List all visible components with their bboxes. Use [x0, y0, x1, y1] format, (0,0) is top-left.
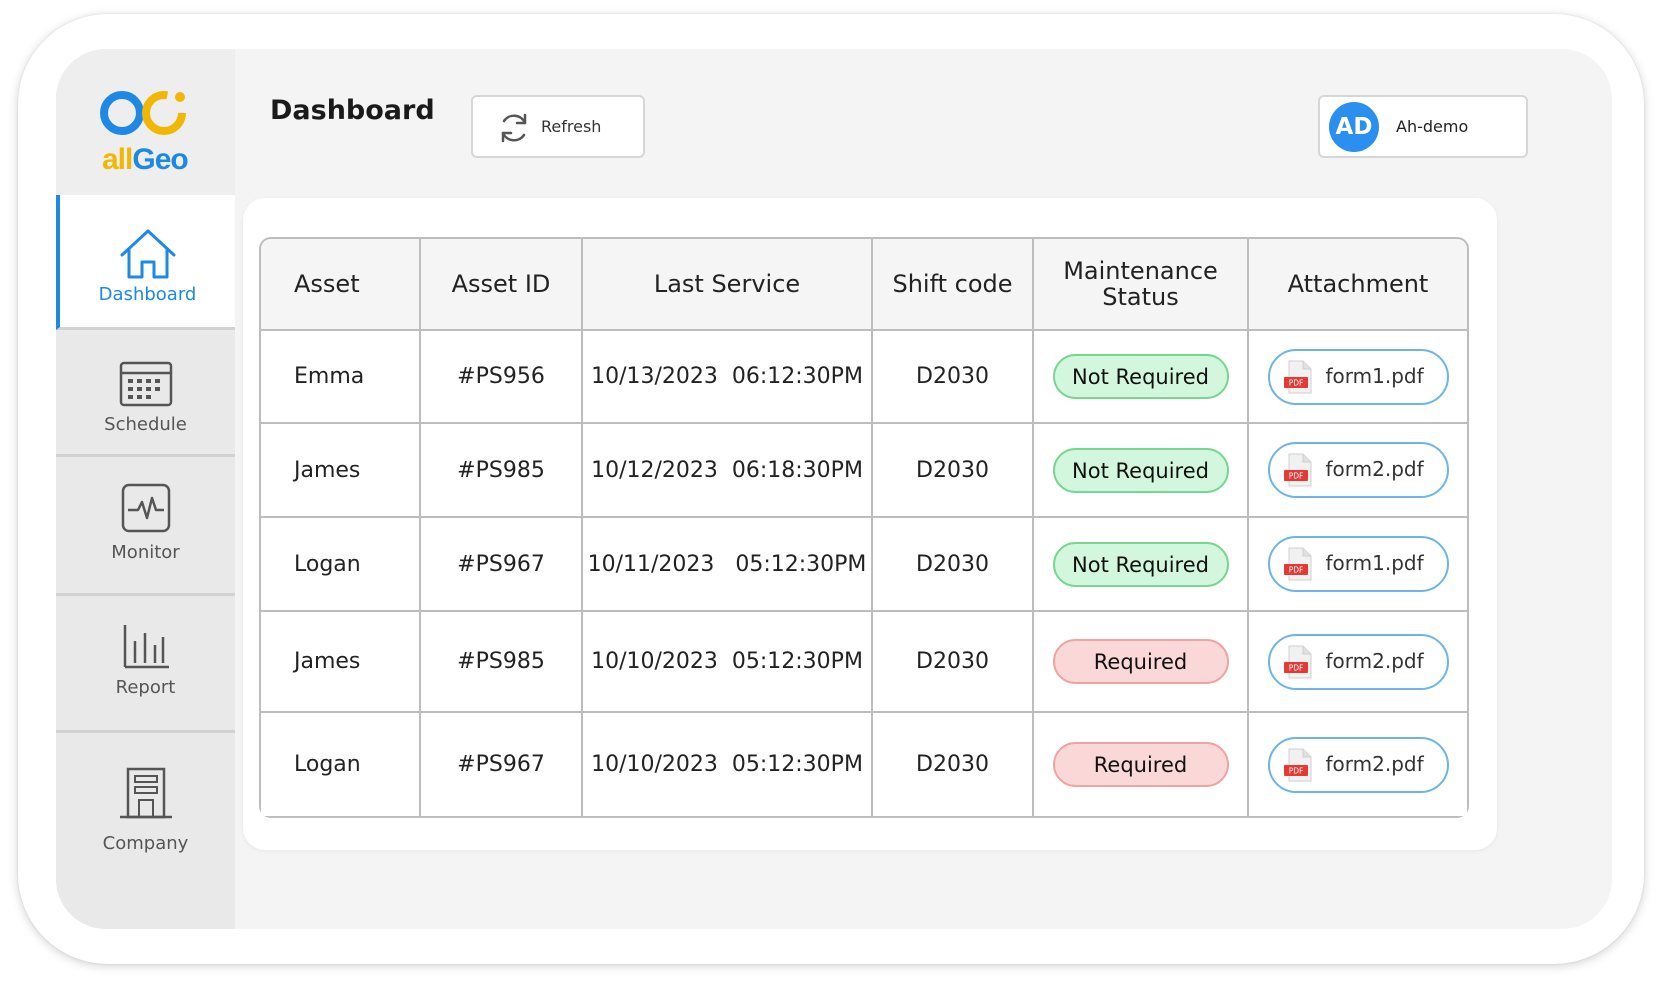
table-row: James #PS985 10/10/2023 05:12:30PM D2030… — [261, 612, 1467, 713]
pdf-badge-text: PDF — [1288, 378, 1303, 387]
column-header-maintenance-status: Maintenance Status — [1034, 239, 1249, 331]
table-row: James #PS985 10/12/2023 06:18:30PM D2030… — [261, 424, 1467, 518]
attachment-link[interactable]: PDF form2.pdf — [1267, 736, 1449, 793]
cell-asset: James — [261, 424, 421, 518]
cell-asset-id: #PS967 — [421, 518, 583, 612]
refresh-icon — [501, 113, 527, 143]
cell-attachment: PDF form2.pdf — [1249, 612, 1467, 713]
sidebar: allGeo Dashboard Schedule Monitor Report… — [56, 49, 235, 929]
cell-asset: Logan — [261, 713, 421, 816]
status-badge: Not Required — [1052, 447, 1229, 493]
logo-rings-icon — [100, 91, 186, 135]
cell-attachment: PDF form1.pdf — [1249, 518, 1467, 612]
status-badge: Required — [1052, 742, 1229, 787]
cell-last-service: 10/12/2023 06:18:30PM — [583, 424, 873, 518]
pdf-file-icon: PDF — [1283, 748, 1311, 781]
pdf-file-icon: PDF — [1283, 547, 1311, 581]
cell-status: Not Required — [1034, 331, 1249, 424]
pdf-badge-text: PDF — [1288, 566, 1303, 575]
status-badge: Required — [1052, 639, 1229, 684]
attachment-filename: form1.pdf — [1325, 551, 1424, 575]
app-window: allGeo Dashboard Schedule Monitor Report… — [56, 49, 1612, 929]
pdf-file-icon: PDF — [1283, 453, 1311, 487]
pdf-badge-text: PDF — [1288, 663, 1303, 672]
sidebar-item-label: Company — [102, 833, 189, 854]
cell-last-service: 10/13/2023 06:12:30PM — [583, 331, 873, 424]
assets-card: Asset Asset ID Last Service Shift code M… — [243, 198, 1497, 850]
cell-last-service: 10/10/2023 05:12:30PM — [583, 713, 873, 816]
cell-status: Not Required — [1034, 424, 1249, 518]
table-row: Logan #PS967 10/11/2023 05:12:30PM D2030… — [261, 518, 1467, 612]
sidebar-item-schedule[interactable]: Schedule — [56, 330, 235, 457]
sidebar-item-label: Report — [115, 677, 176, 698]
column-header-attachment: Attachment — [1249, 239, 1467, 331]
allgeo-logo: allGeo — [56, 49, 235, 195]
sidebar-item-company[interactable]: Company — [56, 733, 235, 929]
attachment-filename: form2.pdf — [1325, 457, 1424, 481]
cell-attachment: PDF form2.pdf — [1249, 424, 1467, 518]
attachment-link[interactable]: PDF form2.pdf — [1267, 442, 1449, 498]
pdf-badge-text: PDF — [1288, 472, 1303, 481]
logo-text-all: all — [102, 143, 133, 176]
calendar-icon — [119, 361, 172, 407]
bar-chart-icon — [123, 625, 169, 669]
logo-text-geo: Geo — [132, 143, 188, 176]
attachment-link[interactable]: PDF form1.pdf — [1267, 348, 1449, 405]
cell-attachment: PDF form2.pdf — [1249, 713, 1467, 816]
sidebar-item-report[interactable]: Report — [56, 596, 235, 733]
sidebar-item-dashboard[interactable]: Dashboard — [56, 195, 235, 330]
cell-shift-code: D2030 — [873, 424, 1034, 518]
column-header-asset: Asset — [261, 239, 421, 331]
cell-attachment: PDF form1.pdf — [1249, 331, 1467, 424]
cell-status: Required — [1034, 612, 1249, 713]
cell-asset: Logan — [261, 518, 421, 612]
pdf-file-icon: PDF — [1283, 645, 1311, 678]
cell-asset: James — [261, 612, 421, 713]
cell-asset-id: #PS967 — [421, 713, 583, 816]
attachment-filename: form2.pdf — [1325, 751, 1424, 776]
cell-status: Not Required — [1034, 518, 1249, 612]
cell-status: Required — [1034, 713, 1249, 816]
refresh-label: Refresh — [541, 117, 602, 136]
page-title: Dashboard — [270, 95, 435, 126]
cell-asset-id: #PS985 — [421, 424, 583, 518]
cell-shift-code: D2030 — [873, 331, 1034, 424]
home-icon — [120, 229, 175, 279]
attachment-link[interactable]: PDF form2.pdf — [1267, 633, 1449, 690]
cell-asset-id: #PS985 — [421, 612, 583, 713]
sidebar-item-label: Schedule — [104, 414, 187, 435]
pdf-file-icon: PDF — [1283, 360, 1311, 393]
cell-last-service: 10/11/2023 05:12:30PM — [583, 518, 873, 612]
asset-maintenance-table: Asset Asset ID Last Service Shift code M… — [259, 237, 1469, 818]
user-menu[interactable]: AD Ah-demo — [1318, 95, 1528, 158]
column-header-last-service: Last Service — [583, 239, 873, 331]
table-row: Emma #PS956 10/13/2023 06:12:30PM D2030 … — [261, 331, 1467, 424]
cell-asset-id: #PS956 — [421, 331, 583, 424]
cell-shift-code: D2030 — [873, 612, 1034, 713]
cell-shift-code: D2030 — [873, 713, 1034, 816]
pulse-monitor-icon — [121, 483, 170, 533]
sidebar-item-label: Monitor — [111, 542, 180, 563]
status-badge: Not Required — [1052, 541, 1229, 587]
attachment-filename: form1.pdf — [1325, 363, 1424, 388]
sidebar-item-label: Dashboard — [98, 284, 197, 305]
cell-shift-code: D2030 — [873, 518, 1034, 612]
avatar: AD — [1329, 102, 1379, 152]
attachment-filename: form2.pdf — [1325, 648, 1424, 673]
column-header-shift-code: Shift code — [873, 239, 1034, 331]
logo-text: allGeo — [102, 143, 189, 177]
attachment-link[interactable]: PDF form1.pdf — [1267, 536, 1449, 592]
pdf-badge-text: PDF — [1288, 766, 1303, 775]
column-header-asset-id: Asset ID — [421, 239, 583, 331]
table-header-row: Asset Asset ID Last Service Shift code M… — [261, 239, 1467, 331]
cell-last-service: 10/10/2023 05:12:30PM — [583, 612, 873, 713]
refresh-button[interactable]: Refresh — [471, 95, 645, 158]
table-row: Logan #PS967 10/10/2023 05:12:30PM D2030… — [261, 713, 1467, 816]
status-badge: Not Required — [1052, 354, 1229, 399]
sidebar-item-monitor[interactable]: Monitor — [56, 457, 235, 596]
building-icon — [119, 767, 172, 819]
user-name: Ah-demo — [1396, 117, 1469, 136]
cell-asset: Emma — [261, 331, 421, 424]
